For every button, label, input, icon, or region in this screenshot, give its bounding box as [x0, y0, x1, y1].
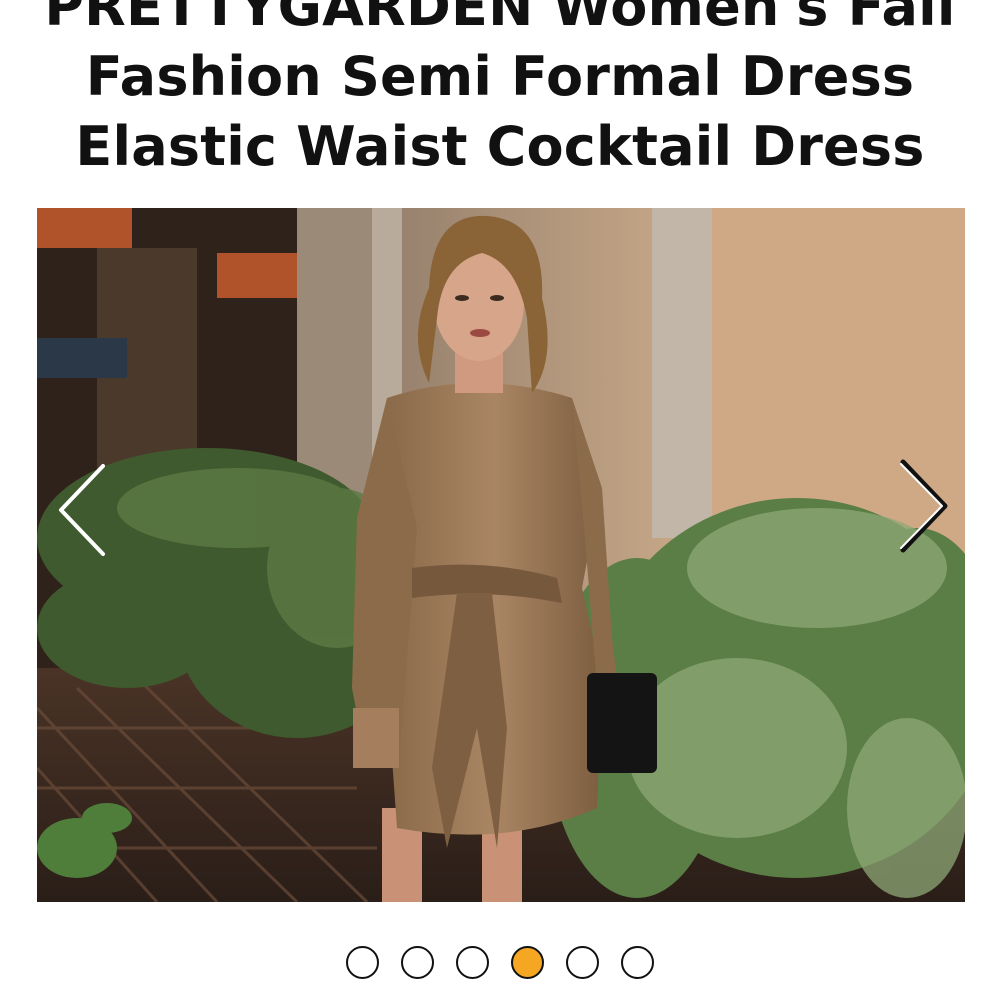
product-title: PRETTYGARDEN Women's Fall Fashion Semi F…	[0, 0, 1000, 182]
carousel-dot-6[interactable]	[621, 946, 654, 979]
product-photo	[37, 208, 965, 902]
carousel-dot-5[interactable]	[566, 946, 599, 979]
chevron-right-icon	[900, 459, 948, 553]
carousel-dot-3[interactable]	[456, 946, 489, 979]
carousel-pagination	[0, 946, 1000, 979]
carousel-dot-2[interactable]	[401, 946, 434, 979]
product-title-line-2: Fashion Semi Formal Dress	[85, 45, 915, 108]
product-page: PRETTYGARDEN Women's Fall Fashion Semi F…	[0, 0, 1000, 1000]
next-image-button[interactable]	[895, 456, 955, 556]
carousel-dot-4-active[interactable]	[511, 946, 544, 979]
image-carousel[interactable]	[37, 208, 965, 902]
previous-image-button[interactable]	[55, 460, 115, 560]
chevron-left-icon	[59, 464, 105, 556]
product-title-line-1: PRETTYGARDEN Women's Fall	[44, 0, 956, 38]
carousel-dot-1[interactable]	[346, 946, 379, 979]
product-title-line-3: Elastic Waist Cocktail Dress	[75, 115, 925, 178]
